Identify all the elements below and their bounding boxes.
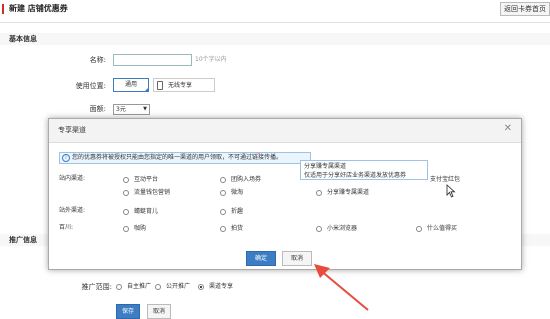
mobile-icon: [157, 81, 163, 90]
radio-checked-icon: [198, 283, 204, 290]
denomination-label: 面额:: [89, 105, 106, 113]
radio-icon: [123, 208, 129, 215]
dialog-notice: i 您的优惠券将被授权只能由您指定的唯一渠道的用户领取，不可通过链接传播。: [59, 152, 311, 164]
tooltip-line-2: 仅适用于分享好店业务渠道发放优惠券: [304, 172, 407, 179]
basic-info-section-header: [0, 33, 550, 45]
range-option-public[interactable]: 公开推广: [155, 282, 190, 292]
radio-icon: [220, 176, 226, 183]
radio-icon: [123, 225, 129, 232]
range-label: 推广范围:: [81, 283, 112, 291]
radio-icon: [123, 189, 129, 196]
radio-icon: [123, 176, 129, 183]
row-label-offsite: 站外渠道:: [59, 207, 86, 214]
channel-option-kagou[interactable]: 咖购: [123, 224, 146, 234]
basic-info-section-label: 基本信息: [9, 35, 37, 43]
page-cancel-button[interactable]: 取消: [147, 304, 171, 319]
radio-icon: [416, 225, 422, 232]
row-label-baichuan: 百川:: [59, 224, 74, 231]
name-label: 名称:: [89, 56, 106, 64]
notice-text: 您的优惠券将被授权只能由您指定的唯一渠道的用户领取，不可通过链接传播。: [72, 154, 283, 161]
denomination-select[interactable]: 3元 ▼: [113, 104, 150, 115]
radio-icon: [316, 225, 322, 232]
info-icon: i: [62, 154, 70, 162]
denomination-value: 3元: [116, 106, 126, 113]
dialog-confirm-button[interactable]: 确定: [246, 251, 276, 266]
name-hint: 10个字以内: [195, 56, 227, 63]
radio-icon: [155, 283, 161, 290]
caret-down-icon: ▼: [143, 106, 147, 112]
selected-corner-mark: [144, 87, 149, 92]
channel-option-wallet[interactable]: 流量钱包营销: [123, 188, 170, 198]
row-label-onsite: 站内渠道:: [59, 175, 86, 182]
dialog-title: 专享渠道: [58, 126, 86, 134]
channel-option-smzdm[interactable]: 什么值得买: [416, 224, 457, 234]
mouse-cursor-icon: [446, 184, 456, 198]
position-label: 使用位置:: [75, 82, 106, 90]
channel-option-interactive[interactable]: 互动平台: [123, 175, 158, 185]
channel-tooltip: 分享赚专属渠道 仅适用于分享好店业务渠道发放优惠券: [300, 160, 428, 180]
title-accent-bar: [2, 4, 4, 14]
channel-option-xiaomi[interactable]: 小米浏览器: [316, 224, 357, 234]
radio-icon: [220, 189, 226, 196]
dialog-cancel-button[interactable]: 取消: [282, 251, 312, 266]
save-button[interactable]: 保存: [116, 304, 140, 319]
channel-option-weitao[interactable]: 微淘: [220, 188, 243, 198]
channel-option-groupbuy[interactable]: 团购入场券: [220, 175, 261, 185]
channel-option-zhequ[interactable]: 折趣: [220, 207, 243, 217]
page-title: 新建 店铺优惠券: [9, 4, 68, 13]
dialog-header: 专享渠道 ✕: [49, 119, 521, 143]
promotion-section-label: 推广信息: [9, 236, 37, 244]
radio-icon: [220, 225, 226, 232]
channel-option-share[interactable]: 分享赚专属渠道: [316, 188, 369, 198]
annotation-scribble: ∽: [255, 150, 261, 158]
radio-icon: [116, 283, 122, 290]
annotation-arrow-icon: [314, 264, 369, 311]
back-to-coupons-button[interactable]: 返回卡券首页: [500, 2, 550, 16]
channel-option-paihuo[interactable]: 拍货: [220, 224, 243, 234]
position-option-wireless[interactable]: 无线专享: [153, 78, 215, 92]
tooltip-line-1: 分享赚专属渠道: [304, 163, 347, 170]
close-icon[interactable]: ✕: [504, 123, 512, 135]
radio-icon: [316, 189, 322, 196]
radio-icon: [220, 208, 226, 215]
range-option-channel[interactable]: 渠道专享: [198, 282, 233, 292]
wireless-option-label: 无线专享: [168, 82, 193, 89]
page-header: 新建 店铺优惠券 返回卡券首页: [0, 0, 550, 22]
channel-option-qingting[interactable]: 蜻蜓育儿: [123, 207, 158, 217]
range-option-self[interactable]: 自主推广: [116, 282, 151, 292]
header-divider: [0, 22, 550, 23]
name-input[interactable]: [113, 54, 192, 66]
